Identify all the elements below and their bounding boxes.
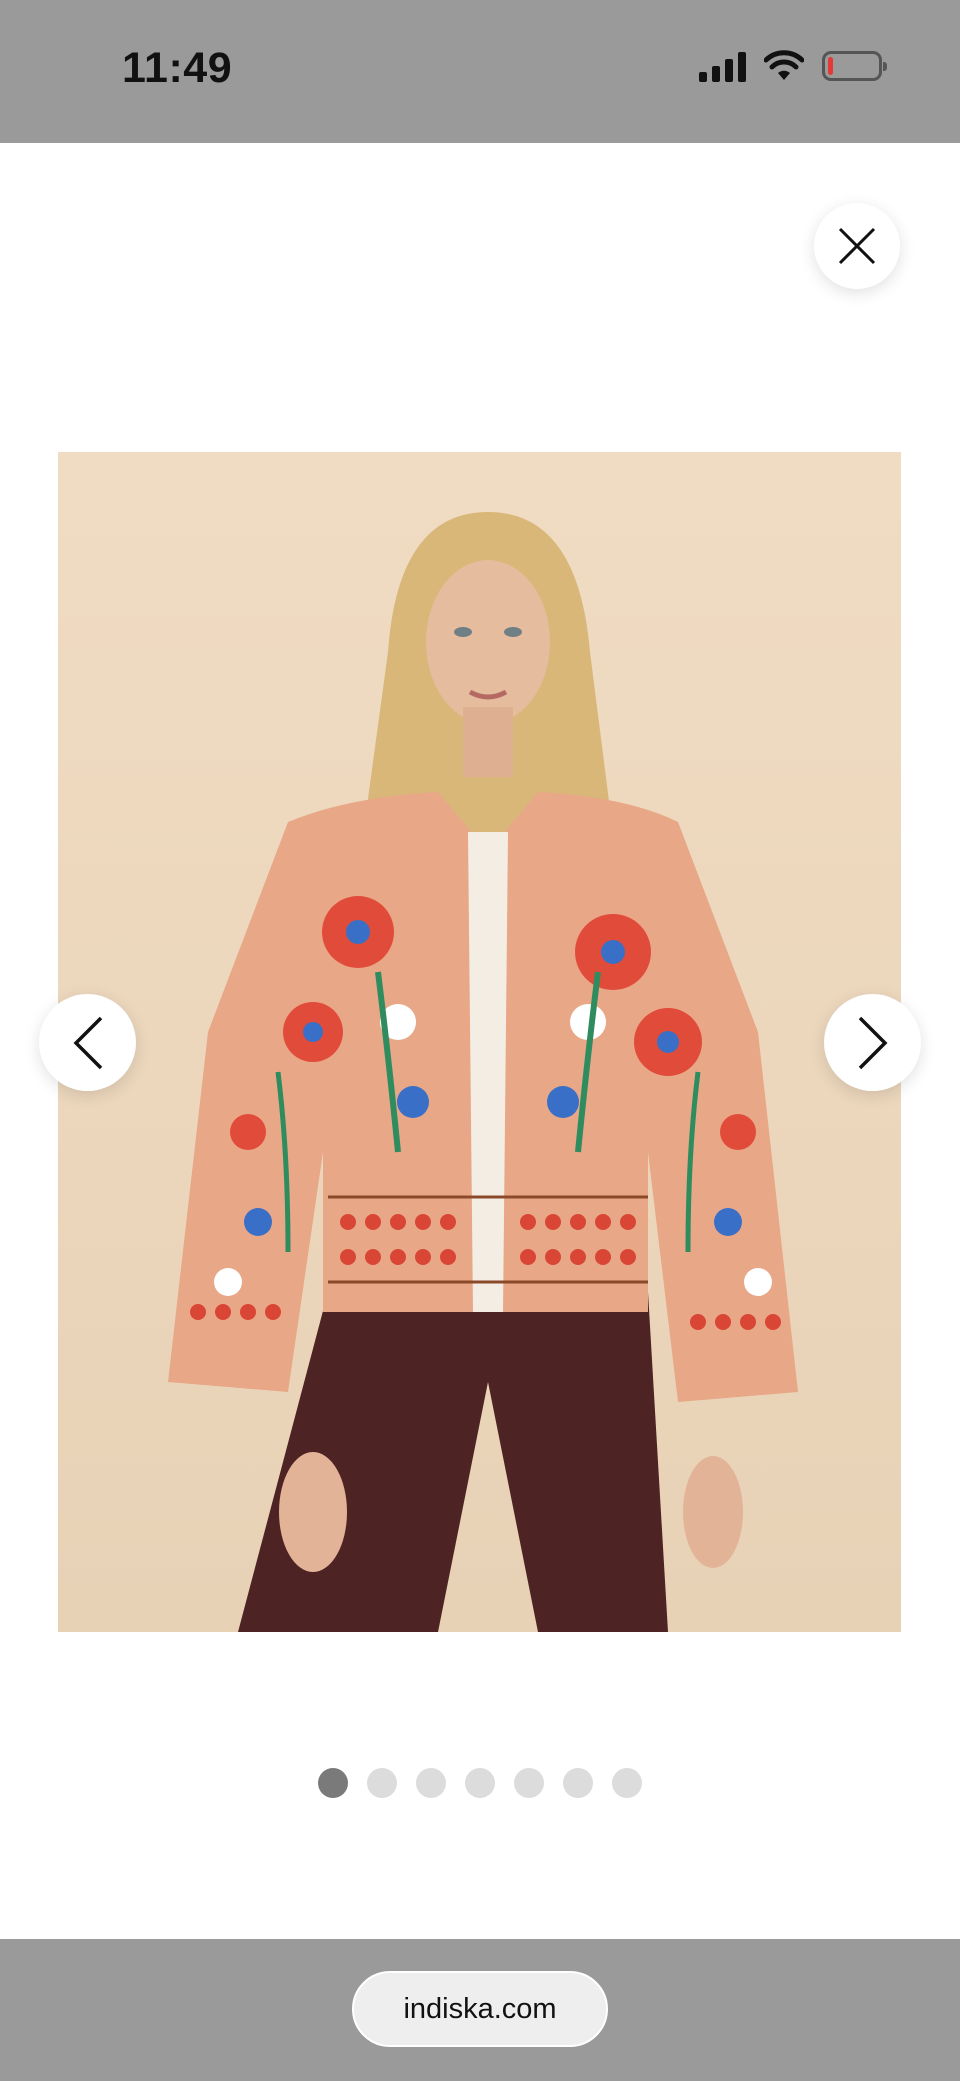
status-bar: 11:49 — [0, 0, 960, 143]
chevron-left-icon — [73, 1016, 102, 1069]
pagination-dot[interactable] — [563, 1768, 593, 1798]
pagination-dot[interactable] — [367, 1768, 397, 1798]
pagination-dot[interactable] — [612, 1768, 642, 1798]
product-photo — [58, 452, 901, 1632]
close-button[interactable] — [814, 203, 900, 289]
browser-bottom-bar: indiska.com — [0, 1939, 960, 2081]
wifi-icon — [764, 50, 804, 80]
pagination-dot-active[interactable] — [318, 1768, 348, 1798]
image-pagination — [318, 1768, 642, 1798]
chevron-right-icon — [858, 1016, 887, 1069]
cellular-signal-icon — [699, 50, 746, 82]
url-bar[interactable]: indiska.com — [352, 1971, 608, 2047]
battery-level — [828, 57, 833, 75]
battery-icon — [822, 51, 887, 81]
previous-image-button[interactable] — [39, 994, 136, 1091]
pagination-dot[interactable] — [514, 1768, 544, 1798]
pagination-dot[interactable] — [416, 1768, 446, 1798]
close-icon — [838, 227, 876, 265]
next-image-button[interactable] — [824, 994, 921, 1091]
status-time: 11:49 — [122, 44, 233, 92]
status-icons — [699, 50, 887, 82]
product-image — [58, 452, 901, 1632]
pagination-dot[interactable] — [465, 1768, 495, 1798]
